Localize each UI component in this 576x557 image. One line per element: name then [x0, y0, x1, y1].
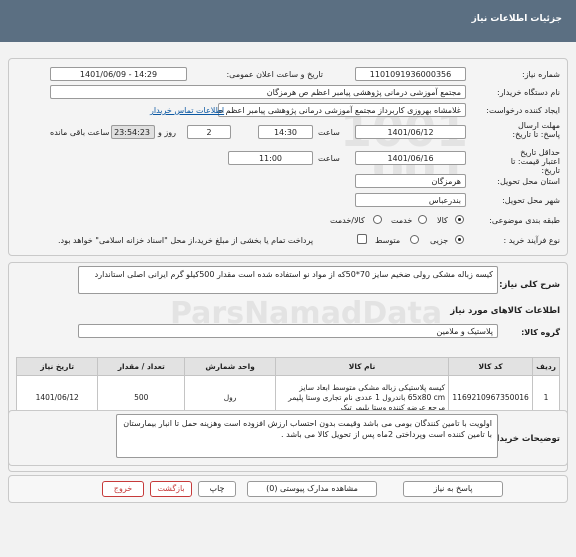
goods-group-field: پلاستیک و ملامین: [78, 324, 498, 338]
exit-button[interactable]: خروج: [102, 481, 144, 497]
province-field: هرمزگان: [355, 174, 466, 188]
announce-field: 1401/06/09 - 14:29: [50, 67, 187, 81]
goods-section-title: اطلاعات کالاهای مورد نیاز: [450, 306, 560, 316]
process-radio-partial[interactable]: [455, 235, 464, 244]
creator-label: ایجاد کننده درخواست:: [486, 106, 560, 115]
need-number-field: 1101091936000356: [355, 67, 466, 81]
validity-date-field: 1401/06/16: [355, 151, 466, 165]
province-label: استان محل تحویل:: [497, 177, 560, 186]
validity-time-field: 11:00: [228, 151, 313, 165]
process-radio-medium[interactable]: [410, 235, 419, 244]
column-row: ردیف: [532, 357, 560, 376]
back-button[interactable]: بازگشت: [150, 481, 192, 497]
goods-table-header: ردیف کد کالا نام کالا واحد شمارش تعداد /…: [15, 357, 560, 376]
category-radio-service[interactable]: [418, 215, 427, 224]
deadline-label: مهلت ارسال پاسخ: تا تاریخ:: [512, 121, 560, 139]
treasury-payment-note: پرداخت تمام یا بخشی از مبلغ خرید،از محل …: [58, 236, 314, 245]
print-button[interactable]: چاپ: [198, 481, 236, 497]
validity-label: حداقل تاریخ اعتبار قیمت: تا تاریخ:: [510, 148, 560, 175]
city-field: بندرعباس: [355, 193, 466, 207]
column-qty: تعداد / مقدار: [97, 357, 186, 376]
category-radio-goods-service[interactable]: [373, 215, 382, 224]
deadline-date-field: 1401/06/12: [355, 125, 466, 139]
column-name: نام کالا: [274, 357, 450, 376]
category-radio-goods[interactable]: [455, 215, 464, 224]
announce-label: تاریخ و ساعت اعلان عمومی:: [226, 70, 323, 79]
column-date: تاریخ نیاز: [15, 357, 99, 376]
process-option-medium: متوسط: [375, 236, 401, 245]
description-label: شرح کلی نیاز:: [499, 280, 560, 290]
contact-info-link[interactable]: اطلاعات تماس خریدار: [150, 106, 224, 115]
category-option-service: خدمت: [391, 216, 413, 225]
reply-button[interactable]: پاسخ به نیاز: [403, 481, 503, 497]
need-number-label: شماره نیاز:: [522, 70, 560, 79]
page-header: جزئیات اطلاعات نیاز: [0, 0, 576, 42]
description-field: کیسه زباله مشکی رولی ضخیم سایز 70*50که ا…: [78, 266, 498, 294]
column-code: کد کالا: [448, 357, 534, 376]
page-title: جزئیات اطلاعات نیاز: [471, 14, 562, 24]
category-option-goods-service: کالا/خدمت: [330, 216, 365, 225]
remaining-time-label: ساعت باقی مانده: [50, 128, 110, 137]
category-label: طبقه بندی موضوعی:: [489, 216, 560, 225]
remaining-time-field: 23:54:23: [111, 125, 155, 139]
deadline-time-field: 14:30: [258, 125, 313, 139]
days-label: روز و: [158, 128, 176, 137]
creator-field: غلامشاه بهروزی کاربرداز مجتمع آموزشی درم…: [218, 103, 466, 117]
buyer-notes-field: اولویت با تامین کنندگان بومی می باشد وقی…: [116, 414, 498, 458]
validity-time-label: ساعت: [318, 154, 340, 163]
buyer-field: مجتمع آموزشی درمانی پژوهشی پیامبر اعظم ص…: [50, 85, 466, 99]
treasury-payment-checkbox[interactable]: [357, 234, 367, 244]
goods-group-label: گروه کالا:: [521, 328, 560, 337]
buyer-label: نام دستگاه خریدار:: [497, 88, 560, 97]
column-unit: واحد شمارش: [184, 357, 276, 376]
attachments-button[interactable]: مشاهده مدارک پیوستی (0): [247, 481, 377, 497]
deadline-time-label: ساعت: [318, 128, 340, 137]
category-option-goods: کالا: [437, 216, 448, 225]
process-option-partial: جزیی: [430, 236, 449, 245]
buyer-notes-label: توضیحات خریدار:: [488, 434, 560, 444]
days-remaining-field: 2: [187, 125, 231, 139]
process-label: نوع فرآیند خرید :: [503, 236, 560, 245]
city-label: شهر محل تحویل:: [502, 196, 560, 205]
